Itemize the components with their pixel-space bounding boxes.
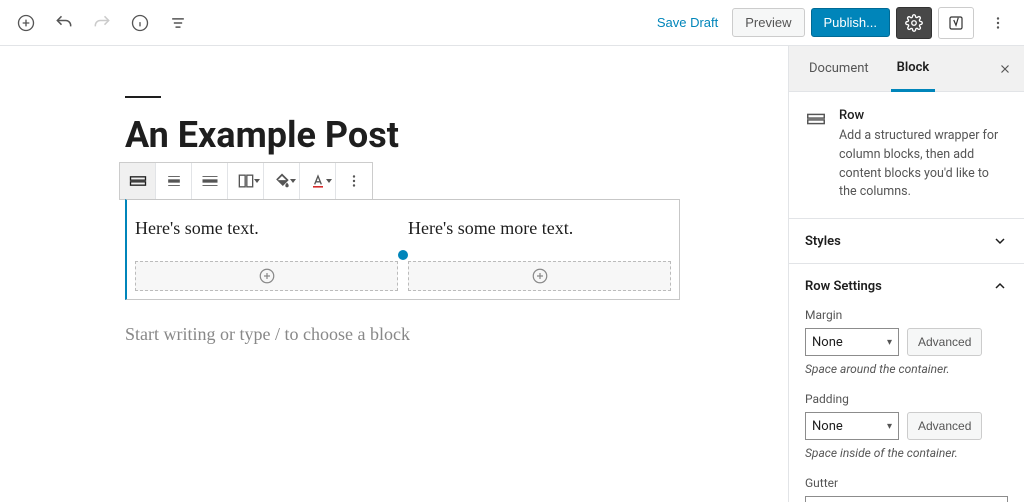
plus-circle-icon (16, 13, 36, 33)
column-text[interactable]: Here's some more text. (408, 218, 671, 239)
align-wide-icon (164, 171, 184, 191)
align-full-button[interactable] (192, 163, 228, 199)
post-title[interactable]: An Example Post (125, 116, 680, 156)
top-left-tools (8, 5, 196, 41)
column-1[interactable]: Here's some text. (135, 218, 398, 291)
publish-button[interactable]: Publish... (811, 8, 890, 37)
row-icon (805, 108, 827, 130)
fill-icon (272, 171, 292, 191)
plus-circle-icon (531, 267, 549, 285)
close-sidebar-button[interactable] (998, 62, 1012, 76)
more-button[interactable] (336, 163, 372, 199)
close-icon (998, 62, 1012, 76)
chevron-up-icon (992, 278, 1008, 294)
settings-toggle-button[interactable] (896, 7, 932, 39)
settings-sidebar: Document Block Row Add a structured wrap… (788, 46, 1024, 502)
padding-advanced-button[interactable]: Advanced (907, 412, 982, 440)
column-2[interactable]: Here's some more text. (408, 218, 671, 291)
plus-circle-icon (258, 267, 276, 285)
top-right-tools: Save Draft Preview Publish... (649, 5, 1016, 41)
yoast-icon (947, 14, 965, 32)
block-description-text: Row Add a structured wrapper for column … (839, 108, 1008, 202)
gutter-setting: Gutter Medium Space between each column. (805, 476, 1008, 502)
panel-title: Row Settings (805, 279, 882, 294)
block-help: Add a structured wrapper for column bloc… (839, 127, 1008, 202)
margin-setting: Margin None Advanced Space around the co… (805, 308, 1008, 376)
main-area: An Example Post (0, 46, 1024, 502)
margin-row: None Advanced (805, 328, 1008, 356)
background-button[interactable] (264, 163, 300, 199)
panel-title: Styles (805, 234, 841, 249)
text-color-icon (308, 171, 328, 191)
yoast-button[interactable] (938, 7, 974, 39)
gutter-label: Gutter (805, 476, 1008, 490)
outline-button[interactable] (160, 5, 196, 41)
margin-label: Margin (805, 308, 1008, 322)
styles-panel: Styles (789, 219, 1024, 264)
text-color-button[interactable] (300, 163, 336, 199)
title-accent (125, 96, 161, 98)
column-text[interactable]: Here's some text. (135, 218, 398, 239)
column-resize-handle[interactable] (398, 250, 408, 260)
redo-button[interactable] (84, 5, 120, 41)
styles-panel-header[interactable]: Styles (789, 219, 1024, 263)
add-block-button[interactable] (8, 5, 44, 41)
add-block-placeholder[interactable] (408, 261, 671, 291)
margin-select[interactable]: None (805, 328, 899, 356)
padding-help: Space inside of the container. (805, 446, 1008, 460)
preview-button[interactable]: Preview (732, 8, 804, 37)
undo-button[interactable] (46, 5, 82, 41)
block-toolbar (119, 162, 373, 200)
padding-label: Padding (805, 392, 1008, 406)
tab-block[interactable]: Block (891, 46, 936, 92)
align-full-icon (200, 171, 220, 191)
gutter-row: Medium (805, 496, 1008, 502)
undo-icon (54, 13, 74, 33)
dots-vertical-icon (989, 14, 1007, 32)
row-icon (128, 171, 148, 191)
row-block-icon (805, 108, 827, 130)
post-content: An Example Post (125, 96, 680, 345)
gear-icon (905, 14, 923, 32)
gutter-select[interactable]: Medium (805, 496, 1008, 502)
row-settings-panel: Row Settings Margin None Advanced Space … (789, 264, 1024, 502)
redo-icon (92, 13, 112, 33)
row-settings-panel-header[interactable]: Row Settings (789, 264, 1024, 308)
margin-advanced-button[interactable]: Advanced (907, 328, 982, 356)
info-button[interactable] (122, 5, 158, 41)
margin-help: Space around the container. (805, 362, 1008, 376)
tab-document[interactable]: Document (803, 46, 875, 92)
more-options-button[interactable] (980, 5, 1016, 41)
columns-button[interactable] (228, 163, 264, 199)
editor-canvas: An Example Post (0, 46, 788, 502)
block-type-button[interactable] (120, 163, 156, 199)
empty-block-prompt[interactable]: Start writing or type / to choose a bloc… (125, 324, 680, 345)
top-bar: Save Draft Preview Publish... (0, 0, 1024, 46)
block-title: Row (839, 108, 1008, 123)
row-block[interactable]: Here's some text. Here's some more text. (125, 199, 680, 300)
info-icon (130, 13, 150, 33)
columns-icon (236, 171, 256, 191)
padding-setting: Padding None Advanced Space inside of th… (805, 392, 1008, 460)
list-icon (168, 13, 188, 33)
padding-row: None Advanced (805, 412, 1008, 440)
add-block-placeholder[interactable] (135, 261, 398, 291)
sidebar-tabs: Document Block (789, 46, 1024, 92)
save-draft-button[interactable]: Save Draft (649, 15, 726, 30)
block-description: Row Add a structured wrapper for column … (789, 92, 1024, 219)
padding-select[interactable]: None (805, 412, 899, 440)
dots-vertical-icon (345, 172, 363, 190)
row-settings-body: Margin None Advanced Space around the co… (789, 308, 1024, 502)
chevron-down-icon (992, 233, 1008, 249)
align-wide-button[interactable] (156, 163, 192, 199)
